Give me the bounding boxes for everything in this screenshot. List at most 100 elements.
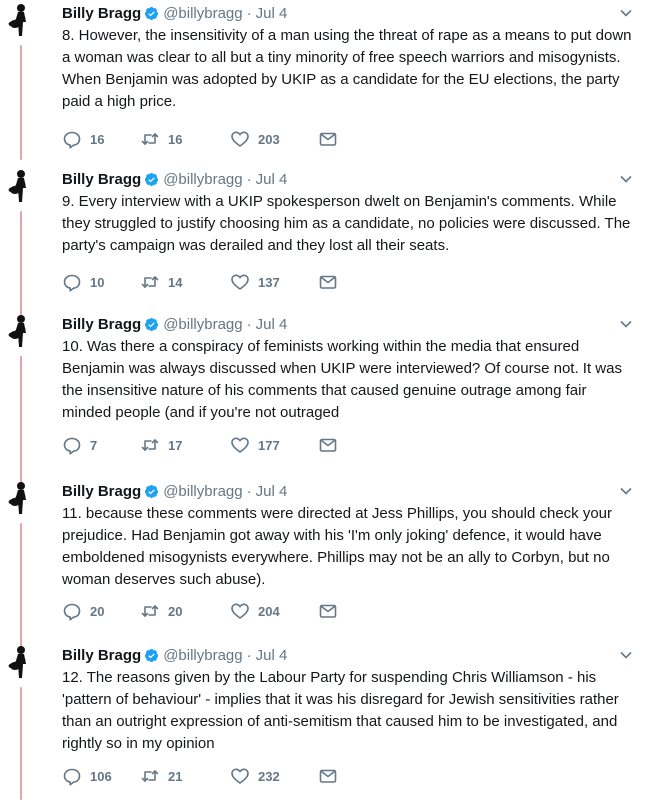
tweet-text: 12. The reasons given by the Labour Part… [62, 669, 619, 752]
retweet-icon [141, 770, 159, 782]
username[interactable]: @billybragg [163, 316, 242, 333]
tweet[interactable]: Billy Bragg @billybragg · Jul 4 9. Every… [0, 166, 647, 326]
reply-icon [63, 603, 81, 621]
retweet-button[interactable]: 21 [140, 766, 230, 786]
timestamp[interactable]: Jul 4 [256, 483, 288, 500]
reply-count: 16 [90, 131, 105, 147]
direct-message-button[interactable] [318, 435, 338, 455]
like-count: 232 [258, 768, 280, 784]
like-button[interactable]: 177 [230, 435, 318, 455]
chevron-down-icon[interactable] [619, 317, 633, 331]
chevron-down-icon[interactable] [619, 648, 633, 662]
verified-badge-icon [145, 648, 159, 662]
tweet[interactable]: Billy Bragg @billybragg · Jul 4 10. Was … [0, 311, 647, 486]
retweet-icon [141, 276, 159, 288]
avatar[interactable] [2, 313, 40, 351]
direct-message-icon [319, 275, 337, 289]
like-button[interactable]: 232 [230, 766, 318, 786]
display-name[interactable]: Billy Bragg [62, 5, 141, 22]
display-name[interactable]: Billy Bragg [62, 647, 141, 664]
tweet-header: Billy Bragg @billybragg · Jul 4 [62, 314, 287, 334]
chevron-down-icon[interactable] [619, 484, 633, 498]
chevron-down-icon[interactable] [619, 6, 633, 20]
thread-connector [20, 45, 22, 160]
like-icon [231, 603, 249, 619]
display-name[interactable]: Billy Bragg [62, 171, 141, 188]
tweet[interactable]: Billy Bragg @billybragg · Jul 4 11. beca… [0, 478, 647, 653]
verified-badge-icon [145, 172, 159, 186]
reply-button[interactable]: 106 [62, 766, 140, 786]
direct-message-icon [319, 132, 337, 146]
tweet-actions: 10 14 137 [62, 270, 338, 294]
like-button[interactable]: 137 [230, 272, 318, 292]
reply-button[interactable]: 10 [62, 272, 140, 292]
thread-connector [20, 356, 22, 486]
like-icon [231, 768, 249, 784]
reply-count: 106 [90, 768, 112, 784]
timestamp[interactable]: Jul 4 [256, 5, 288, 22]
display-name[interactable]: Billy Bragg [62, 316, 141, 333]
reply-button[interactable]: 20 [62, 601, 140, 621]
reply-count: 20 [90, 603, 105, 619]
tweet-header: Billy Bragg @billybragg · Jul 4 [62, 645, 287, 665]
direct-message-button[interactable] [318, 766, 338, 786]
retweet-icon [141, 439, 159, 451]
username[interactable]: @billybragg [163, 483, 242, 500]
verified-badge-icon [145, 484, 159, 498]
timestamp[interactable]: Jul 4 [256, 171, 288, 188]
separator: · [246, 170, 252, 188]
tweet[interactable]: Billy Bragg @billybragg · Jul 4 8. Howev… [0, 0, 647, 160]
separator: · [246, 4, 252, 22]
timestamp[interactable]: Jul 4 [256, 316, 288, 333]
direct-message-icon [319, 438, 337, 452]
avatar[interactable] [2, 168, 40, 206]
like-icon [231, 274, 249, 290]
username[interactable]: @billybragg [163, 171, 242, 188]
direct-message-button[interactable] [318, 601, 338, 621]
like-button[interactable]: 204 [230, 601, 318, 621]
verified-badge-icon [145, 317, 159, 331]
tweet-text: 11. because these comments were directed… [62, 505, 613, 588]
separator: · [246, 315, 252, 333]
reply-icon [63, 131, 81, 149]
retweet-count: 16 [168, 131, 183, 147]
reply-icon [63, 274, 81, 292]
like-button[interactable]: 203 [230, 129, 318, 149]
thread-connector [20, 687, 22, 800]
direct-message-button[interactable] [318, 272, 338, 292]
direct-message-button[interactable] [318, 129, 338, 149]
like-icon [231, 437, 249, 453]
tweet-thread: Billy Bragg @billybragg · Jul 4 8. Howev… [0, 0, 647, 800]
avatar[interactable] [2, 2, 40, 40]
retweet-button[interactable]: 17 [140, 435, 230, 455]
like-icon [231, 131, 249, 147]
tweet-header: Billy Bragg @billybragg · Jul 4 [62, 3, 287, 23]
tweet-actions: 16 16 203 [62, 127, 338, 151]
retweet-button[interactable]: 20 [140, 601, 230, 621]
username[interactable]: @billybragg [163, 647, 242, 664]
separator: · [246, 646, 252, 664]
tweet-text: 8. However, the insensitivity of a man u… [62, 27, 632, 110]
display-name[interactable]: Billy Bragg [62, 483, 141, 500]
retweet-button[interactable]: 14 [140, 272, 230, 292]
reply-button[interactable]: 16 [62, 129, 140, 149]
reply-button[interactable]: 7 [62, 435, 140, 455]
timestamp[interactable]: Jul 4 [256, 647, 288, 664]
separator: · [246, 482, 252, 500]
chevron-down-icon[interactable] [619, 172, 633, 186]
tweet-text: 9. Every interview with a UKIP spokesper… [62, 193, 631, 254]
tweet[interactable]: Billy Bragg @billybragg · Jul 4 12. The … [0, 642, 647, 802]
retweet-count: 20 [168, 603, 183, 619]
like-count: 204 [258, 603, 280, 619]
verified-badge-icon [145, 6, 159, 20]
tweet-text: 10. Was there a conspiracy of feminists … [62, 338, 622, 421]
tweet-actions: 106 21 232 [62, 764, 338, 788]
reply-icon [63, 437, 81, 455]
username[interactable]: @billybragg [163, 5, 242, 22]
reply-count: 7 [90, 437, 98, 453]
direct-message-icon [319, 604, 337, 618]
tweet-actions: 7 17 177 [62, 433, 338, 457]
avatar[interactable] [2, 644, 40, 682]
avatar[interactable] [2, 480, 40, 518]
retweet-button[interactable]: 16 [140, 129, 230, 149]
